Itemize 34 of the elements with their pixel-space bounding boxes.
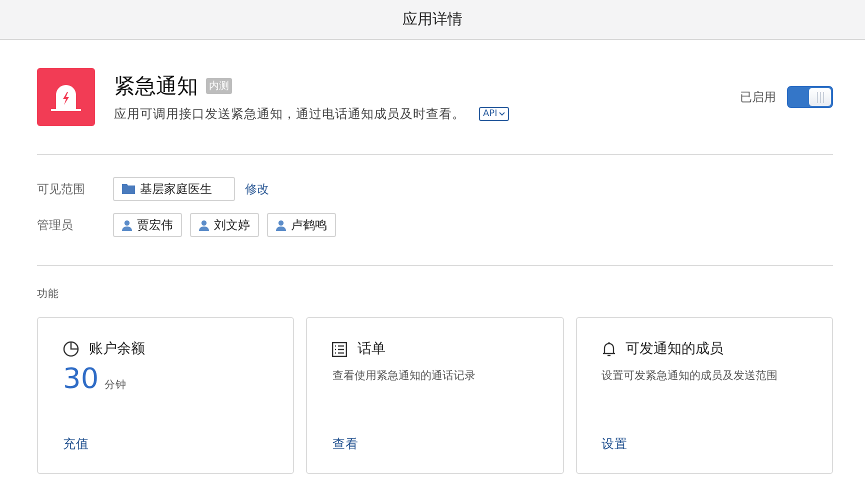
balance-amount: 30	[63, 362, 99, 395]
balance-unit: 分钟	[104, 378, 127, 392]
card-title: 话单	[357, 340, 386, 358]
admin-chip: 刘文婷	[190, 213, 259, 237]
edit-link[interactable]: 修改	[245, 180, 269, 198]
person-icon	[276, 220, 286, 230]
field-label: 可见范围	[37, 180, 86, 198]
window-title: 应用详情	[402, 10, 462, 29]
admin-chip: 卢鹤鸣	[267, 213, 336, 237]
card-title: 可发通知的成员	[626, 340, 724, 358]
card-action-link[interactable]: 查看	[332, 436, 358, 453]
siren-logo-icon	[37, 68, 95, 126]
app-description: 应用可调用接口发送紧急通知，通过电话通知成员及时查看。	[114, 106, 465, 122]
card-title: 账户余额	[89, 340, 145, 358]
card-description: 设置可发紧急通知的成员及发送范围	[602, 368, 779, 383]
caret-icon	[499, 112, 506, 116]
section-label: 功能	[37, 287, 60, 301]
bell-icon	[602, 341, 616, 357]
pie-chart-icon	[63, 341, 79, 357]
enable-toggle[interactable]	[787, 86, 833, 108]
card-action-link[interactable]: 充值	[63, 436, 89, 453]
status-label: 已启用	[740, 88, 776, 106]
scope-chip: 基层家庭医生	[113, 177, 235, 201]
api-button[interactable]: API	[479, 107, 510, 121]
admin-chip: 贾宏伟	[113, 213, 182, 237]
card-description: 查看使用紧急通知的通话记录	[332, 368, 476, 383]
beta-badge: 内测	[206, 78, 232, 94]
list-icon	[332, 342, 348, 356]
folder-icon	[122, 184, 135, 194]
card-action-link[interactable]: 设置	[602, 436, 628, 453]
app-name: 紧急通知	[114, 72, 198, 100]
person-icon	[199, 220, 209, 230]
field-label: 管理员	[37, 216, 74, 234]
person-icon	[122, 220, 132, 230]
